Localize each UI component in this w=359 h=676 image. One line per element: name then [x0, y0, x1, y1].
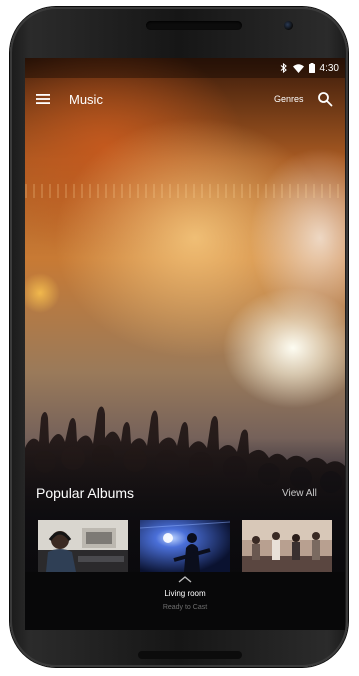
genres-button[interactable]: Genres [274, 94, 304, 104]
bluetooth-icon [280, 63, 287, 73]
status-time: 4:30 [319, 62, 339, 74]
album-card-studio[interactable] [38, 520, 128, 572]
cast-panel[interactable]: Living room Ready to Cast [25, 572, 345, 630]
wifi-icon [292, 63, 304, 73]
popular-albums-header: Popular Albums View All [25, 481, 345, 505]
album-art-band [242, 520, 332, 572]
view-all-link[interactable]: View All [282, 488, 317, 499]
search-icon[interactable] [317, 91, 333, 107]
album-art-studio [38, 520, 128, 572]
album-card-guitarist[interactable] [140, 520, 230, 572]
page: 4:30 Music Genres Popular Albums View Al… [0, 0, 359, 676]
app-toolbar: Music Genres [25, 78, 345, 120]
screen: 4:30 Music Genres Popular Albums View Al… [25, 58, 345, 630]
menu-icon[interactable] [35, 92, 51, 106]
stage-truss [25, 184, 345, 198]
album-carousel [25, 520, 345, 572]
front-camera [284, 21, 293, 30]
cast-device-name: Living room [164, 589, 206, 598]
bottom-speaker [138, 651, 242, 659]
album-card-band[interactable] [242, 520, 332, 572]
cast-status: Ready to Cast [162, 604, 208, 611]
app-title: Music [69, 92, 103, 107]
section-title: Popular Albums [36, 485, 135, 501]
battery-icon [308, 63, 315, 73]
top-speaker [146, 21, 242, 30]
status-bar: 4:30 [25, 58, 345, 78]
album-art-guitarist [140, 520, 230, 572]
chevron-up-icon[interactable] [178, 575, 192, 583]
